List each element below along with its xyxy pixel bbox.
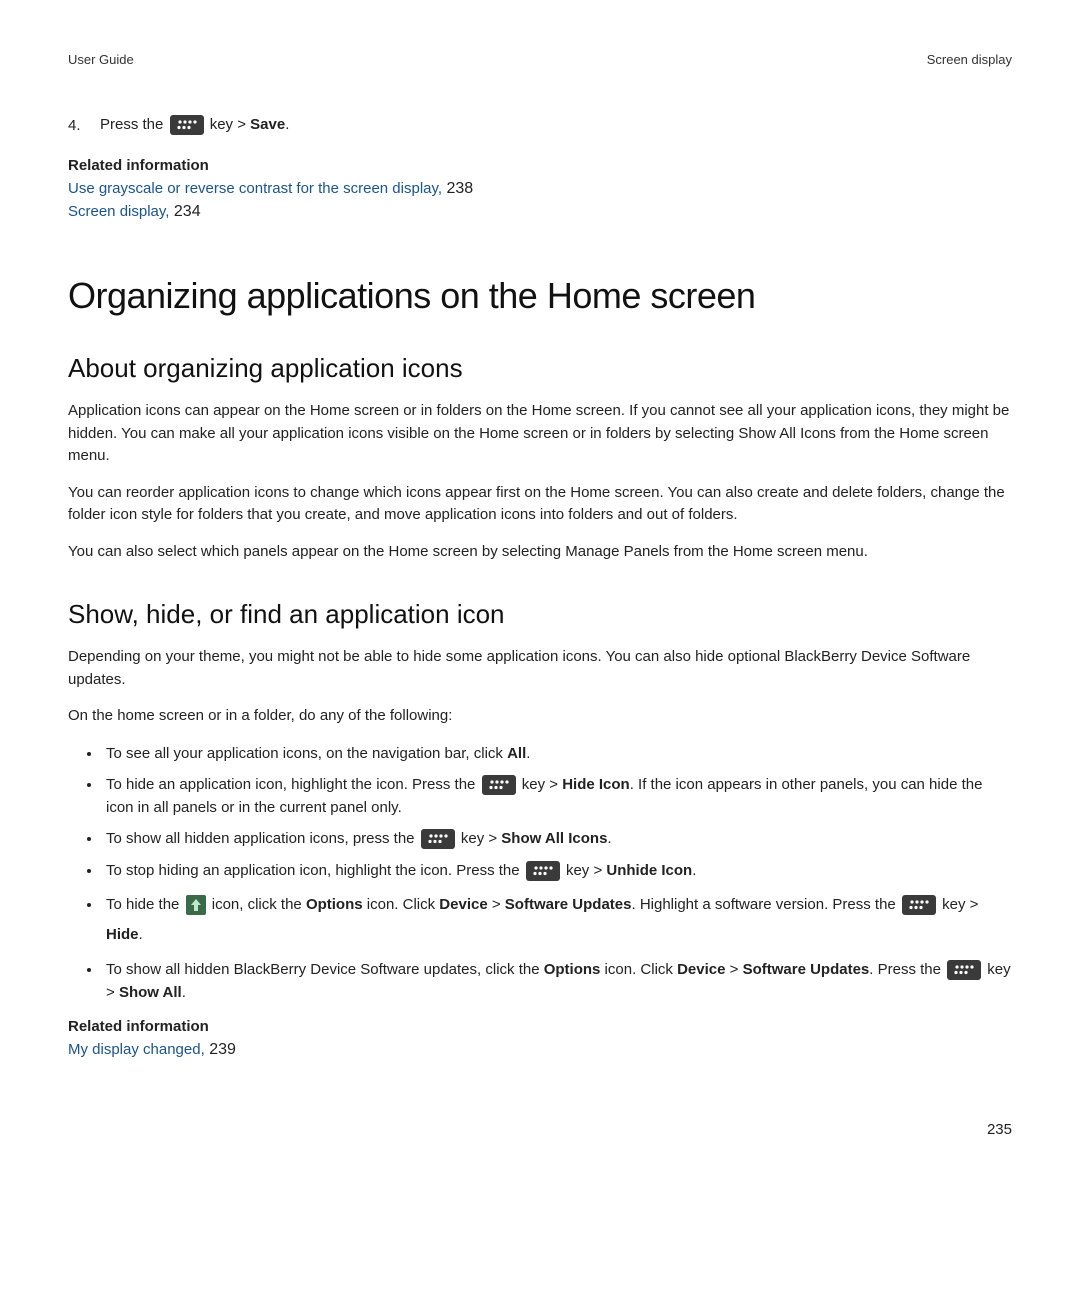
body-text: On the home screen or in a folder, do an… xyxy=(68,705,1012,728)
related-link[interactable]: Screen display, xyxy=(68,203,169,220)
body-text: You can also select which panels appear … xyxy=(68,541,1012,564)
section-heading: Show, hide, or find an application icon xyxy=(68,599,1012,630)
body-text: Application icons can appear on the Home… xyxy=(68,400,1012,468)
bullet-list: To see all your application icons, on th… xyxy=(68,742,1012,1005)
related-link[interactable]: Use grayscale or reverse contrast for th… xyxy=(68,180,442,197)
list-item: To hide an application icon, highlight t… xyxy=(102,773,1012,820)
related-heading: Related information xyxy=(68,157,1012,174)
page-number: 235 xyxy=(987,1121,1012,1138)
related-info-bottom: Related information My display changed, … xyxy=(68,1018,1012,1062)
menu-key-icon xyxy=(482,775,516,795)
menu-key-icon xyxy=(947,960,981,980)
list-item: To see all your application icons, on th… xyxy=(102,742,1012,765)
related-info-top: Related information Use grayscale or rev… xyxy=(68,157,1012,223)
section-heading: About organizing application icons xyxy=(68,353,1012,384)
menu-key-icon xyxy=(421,829,455,849)
list-item: To show all hidden BlackBerry Device Sof… xyxy=(102,958,1012,1005)
related-link[interactable]: My display changed, xyxy=(68,1041,205,1058)
page-header: User Guide Screen display xyxy=(68,52,1012,67)
list-item: To show all hidden application icons, pr… xyxy=(102,827,1012,850)
header-left: User Guide xyxy=(68,52,134,67)
page-title: Organizing applications on the Home scre… xyxy=(68,275,1012,317)
list-item: To hide the icon, click the Options icon… xyxy=(102,890,1012,950)
related-page: 239 xyxy=(205,1041,236,1058)
menu-key-icon xyxy=(902,895,936,915)
step-text: Press the key > Save. xyxy=(100,115,289,135)
body-text: Depending on your theme, you might not b… xyxy=(68,646,1012,691)
body-text: You can reorder application icons to cha… xyxy=(68,482,1012,527)
menu-key-icon xyxy=(526,861,560,881)
related-page: 238 xyxy=(442,180,473,197)
menu-key-icon xyxy=(170,115,204,135)
related-page: 234 xyxy=(169,203,200,220)
step-4: 4. Press the key > Save. xyxy=(68,115,1012,135)
software-update-icon xyxy=(186,895,206,915)
header-right: Screen display xyxy=(927,52,1012,67)
step-number: 4. xyxy=(68,117,96,134)
related-heading: Related information xyxy=(68,1018,1012,1035)
list-item: To stop hiding an application icon, high… xyxy=(102,859,1012,882)
